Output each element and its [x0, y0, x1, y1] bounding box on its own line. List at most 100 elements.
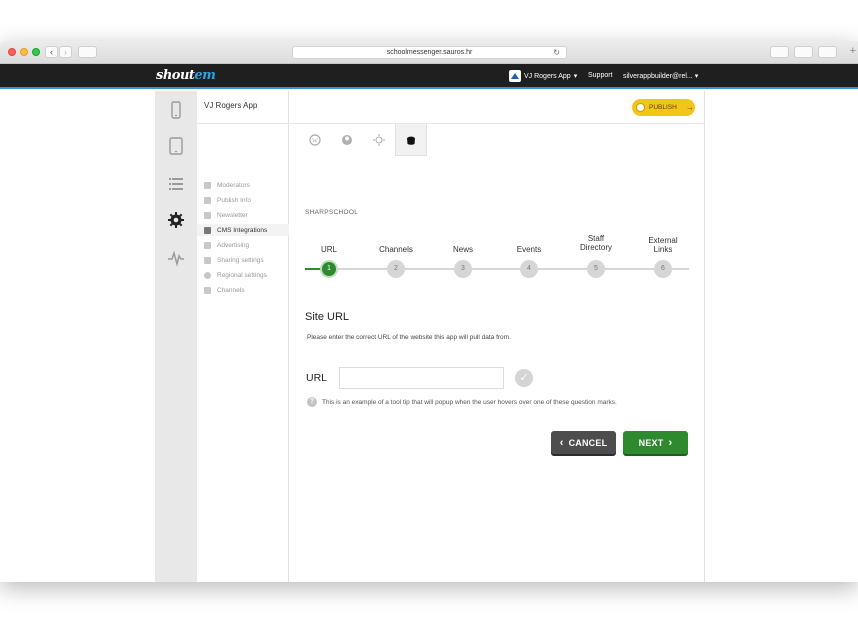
subnav-item-newsletter[interactable]: Newsletter [204, 209, 288, 221]
publish-info-icon [204, 196, 211, 204]
logo-main-text: shout [156, 68, 195, 83]
subnav-item-cms-integrations[interactable]: CMS Integrations [197, 224, 289, 236]
sidebar-toggle-icon[interactable] [78, 46, 97, 58]
step-progress-track [305, 268, 689, 270]
share-icon [204, 256, 211, 264]
phone-icon[interactable] [167, 101, 185, 119]
subnav-item-channels[interactable]: Channels [204, 284, 288, 296]
svg-text:W: W [312, 139, 318, 145]
forward-icon[interactable]: › [59, 46, 72, 58]
megaphone-icon [204, 241, 211, 249]
browser-window: ‹ › schoolmessenger.sauros.hr ↻ + shoute… [0, 41, 858, 582]
app-name: VJ Rogers App [524, 72, 571, 80]
settings-gear-icon[interactable] [167, 211, 185, 229]
cancel-button[interactable]: ‹ CANCEL [551, 431, 616, 454]
step-2[interactable]: 2 [387, 260, 405, 278]
subnav-item-sharing-settings[interactable]: Sharing settings [204, 254, 288, 266]
close-window-button[interactable] [8, 48, 16, 56]
arrow-right-icon: → [685, 103, 694, 112]
subnav-item-advertising[interactable]: Advertising [204, 239, 288, 251]
support-link[interactable]: Support [588, 72, 613, 79]
info-icon [636, 103, 645, 112]
chevron-down-icon: ▾ [694, 73, 699, 80]
step-label-staff-directory: Staff Directory [579, 234, 612, 252]
step-label-url: URL [320, 245, 337, 254]
divider [197, 123, 289, 124]
tabs-overview-icon[interactable] [794, 46, 813, 58]
subnav-title: VJ Rogers App [204, 101, 258, 110]
step-label-news: News [452, 245, 473, 254]
analytics-icon[interactable] [167, 249, 185, 267]
section-title: Site URL [305, 311, 350, 323]
list-icon[interactable] [167, 175, 185, 193]
url-input[interactable] [339, 367, 504, 389]
drupal-icon [373, 134, 385, 146]
integration-name: SHARPSCHOOL [305, 209, 359, 216]
subnav-item-label: Moderators [217, 181, 250, 189]
main-content: PUBLISH → W SHARPSCHOOL URL Channels New… [289, 91, 705, 582]
checkmark-icon: ✓ [515, 369, 533, 387]
subnav-item-regional-settings[interactable]: Regional settings [204, 269, 288, 281]
chevron-right-icon: › [668, 436, 673, 449]
downloads-icon[interactable] [818, 46, 837, 58]
step-3[interactable]: 3 [454, 260, 472, 278]
maximize-window-button[interactable] [32, 48, 40, 56]
question-mark-icon[interactable]: ? [307, 397, 317, 407]
reload-icon[interactable]: ↻ [553, 47, 560, 58]
app-header: shoutem VJ Rogers App ▾ Support silverap… [0, 64, 858, 89]
globe-icon [204, 271, 211, 279]
chevron-down-icon: ▾ [573, 73, 578, 80]
link-icon [204, 226, 211, 234]
subnav-item-label: Sharing settings [217, 256, 264, 264]
tooltip-text: This is an example of a tool tip that wi… [322, 399, 617, 406]
tablet-icon[interactable] [167, 137, 185, 155]
tab-sharpschool[interactable] [395, 124, 427, 156]
primary-sidebar [155, 91, 197, 582]
subnav-item-moderators[interactable]: Moderators [204, 179, 288, 191]
publish-button[interactable]: PUBLISH → [632, 99, 695, 116]
user-email: silverappbuilder@rel... [623, 73, 693, 80]
app-icon [509, 70, 521, 82]
browser-toolbar: ‹ › schoolmessenger.sauros.hr ↻ + [0, 41, 858, 64]
secondary-sidebar: VJ Rogers App Moderators Publish Info Ne… [197, 91, 289, 582]
new-tab-icon[interactable]: + [850, 45, 856, 57]
shoutem-logo[interactable]: shoutem [156, 68, 216, 83]
tab-drupal[interactable] [363, 124, 395, 156]
address-bar[interactable]: schoolmessenger.sauros.hr ↻ [292, 46, 567, 59]
subnav-item-label: Channels [217, 286, 245, 294]
step-4[interactable]: 4 [520, 260, 538, 278]
logo-accent-text: em [194, 68, 216, 83]
cancel-label: CANCEL [568, 437, 608, 448]
user-menu[interactable]: silverappbuilder@rel... ▾ [623, 72, 698, 80]
section-description: Please enter the correct URL of the webs… [307, 334, 511, 341]
next-label: NEXT [638, 437, 664, 448]
back-icon[interactable]: ‹ [45, 46, 58, 58]
tab-wordpress[interactable]: W [299, 124, 331, 156]
step-label-events: Events [516, 245, 542, 254]
subnav-item-label: Publish Info [217, 196, 251, 204]
url-field-label: URL [306, 372, 328, 384]
tab-joomla[interactable] [331, 124, 363, 156]
minimize-window-button[interactable] [20, 48, 28, 56]
chevron-left-icon: ‹ [559, 436, 564, 449]
newsletter-icon [204, 211, 211, 219]
step-label-external-links: External Links [648, 236, 678, 254]
sharpschool-icon [407, 136, 415, 145]
subnav-item-label: Advertising [217, 241, 250, 249]
wordpress-icon: W [309, 134, 321, 146]
address-bar-url: schoolmessenger.sauros.hr [386, 49, 473, 56]
integration-tabs: W [299, 124, 427, 156]
step-5[interactable]: 5 [587, 260, 605, 278]
subnav-item-label: CMS Integrations [217, 226, 268, 234]
next-button[interactable]: NEXT › [623, 431, 688, 454]
joomla-icon [342, 135, 352, 145]
step-1[interactable]: 1 [320, 260, 338, 278]
share-icon[interactable] [770, 46, 789, 58]
subnav-item-label: Regional settings [217, 271, 267, 279]
moderators-icon [204, 181, 211, 189]
subnav-item-label: Newsletter [217, 211, 248, 219]
channels-icon [204, 286, 211, 294]
app-switcher[interactable]: VJ Rogers App ▾ [509, 70, 577, 82]
subnav-item-publish-info[interactable]: Publish Info [204, 194, 288, 206]
step-6[interactable]: 6 [654, 260, 672, 278]
